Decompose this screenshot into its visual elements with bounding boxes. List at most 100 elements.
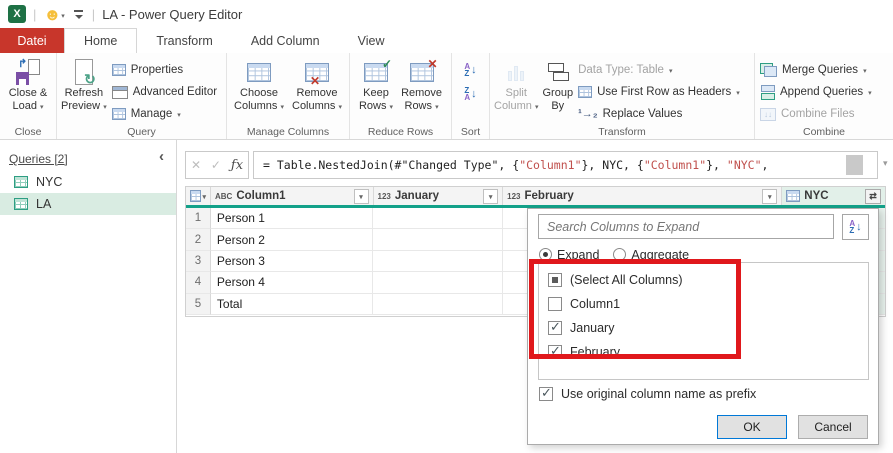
table-cell[interactable] bbox=[373, 229, 503, 250]
item-checkbox[interactable] bbox=[548, 321, 562, 335]
collapse-panel-icon[interactable] bbox=[159, 148, 164, 165]
sort-ascending-button[interactable]: AZ↓ bbox=[461, 60, 479, 80]
replace-values-icon bbox=[578, 108, 598, 120]
row-number[interactable]: 1 bbox=[186, 208, 211, 229]
table-cell[interactable]: Person 4 bbox=[211, 272, 374, 293]
ribbon: ↱ Close & Load Close Refresh Preview Pro… bbox=[0, 53, 893, 140]
commit-formula-icon[interactable] bbox=[211, 158, 221, 172]
table-corner-menu[interactable] bbox=[186, 187, 211, 205]
formula-input[interactable]: = Table.NestedJoin(#"Changed Type", {"Co… bbox=[253, 151, 878, 179]
table-cell[interactable]: Person 2 bbox=[211, 229, 374, 250]
queries-list: NYCLA bbox=[0, 171, 176, 215]
item-checkbox[interactable] bbox=[548, 297, 562, 311]
radio-expand-control[interactable] bbox=[539, 248, 552, 261]
formula-scrollbar-thumb[interactable] bbox=[846, 155, 863, 175]
query-item-la[interactable]: LA bbox=[0, 193, 176, 215]
cancel-button[interactable]: Cancel bbox=[798, 415, 868, 439]
tab-add-column[interactable]: Add Column bbox=[232, 28, 339, 53]
remove-rows-button[interactable]: ✕ Remove Rows bbox=[399, 56, 444, 114]
column-header-january[interactable]: 123 January bbox=[374, 187, 504, 205]
search-columns-input[interactable] bbox=[538, 214, 834, 239]
excel-app-icon: X bbox=[8, 5, 26, 23]
filter-button[interactable] bbox=[762, 189, 777, 204]
split-column-button[interactable]: Split Column bbox=[492, 56, 540, 114]
sort-list-button[interactable]: AZ↓ bbox=[842, 214, 869, 240]
radio-aggregate-control[interactable] bbox=[613, 248, 626, 261]
group-by-button[interactable]: Group By bbox=[540, 56, 575, 112]
column-checklist-item[interactable]: (Select All Columns) bbox=[539, 268, 868, 292]
dropdown-caret-icon bbox=[338, 100, 342, 115]
table-cell[interactable] bbox=[373, 208, 503, 229]
quick-access-toolbar-icon[interactable] bbox=[73, 9, 85, 19]
sort-descending-button[interactable]: ZA↓ bbox=[461, 84, 479, 104]
dropdown-caret-icon bbox=[736, 86, 740, 98]
refresh-preview-button[interactable]: Refresh Preview bbox=[59, 56, 109, 114]
ribbon-group-combine: Merge Queries Append Queries Combine Fil… bbox=[755, 53, 893, 139]
item-label: Column1 bbox=[570, 297, 620, 311]
divider: | bbox=[92, 7, 95, 22]
table-cell[interactable]: Total bbox=[211, 294, 374, 315]
expand-column-button[interactable] bbox=[865, 189, 881, 204]
filter-button[interactable] bbox=[354, 189, 369, 204]
query-item-nyc[interactable]: NYC bbox=[0, 171, 176, 193]
table-cell[interactable] bbox=[373, 251, 503, 272]
cancel-formula-icon[interactable] bbox=[191, 158, 201, 172]
data-type-button[interactable]: Data Type: Table bbox=[575, 60, 743, 80]
queries-panel: Queries [2] NYCLA bbox=[0, 140, 177, 453]
column-header-february[interactable]: 123 February bbox=[503, 187, 782, 205]
radio-aggregate[interactable]: Aggregate bbox=[613, 248, 689, 262]
filter-caret-icon bbox=[359, 190, 363, 202]
keep-rows-button[interactable]: ✓ Keep Rows bbox=[357, 56, 395, 114]
filter-caret-icon bbox=[768, 190, 772, 202]
tab-home[interactable]: Home bbox=[64, 28, 137, 54]
row-number[interactable]: 2 bbox=[186, 229, 211, 250]
fx-icon[interactable] bbox=[231, 158, 243, 173]
formula-token: "Column1" bbox=[644, 158, 706, 172]
combine-files-button[interactable]: Combine Files bbox=[757, 104, 875, 124]
prefix-checkbox[interactable] bbox=[539, 387, 553, 401]
item-checkbox[interactable] bbox=[548, 273, 562, 287]
choose-columns-button[interactable]: Choose Columns bbox=[232, 56, 286, 114]
columns-checklist: (Select All Columns) Column1 January Februa… bbox=[538, 262, 869, 380]
row-number[interactable]: 4 bbox=[186, 272, 211, 293]
filter-button[interactable] bbox=[483, 189, 498, 204]
keep-rows-icon: ✓ bbox=[364, 63, 388, 82]
column-checklist-item[interactable]: Column1 bbox=[539, 292, 868, 316]
tab-file[interactable]: Datei bbox=[0, 28, 64, 53]
tab-transform[interactable]: Transform bbox=[137, 28, 232, 53]
table-cell[interactable]: Person 3 bbox=[211, 251, 374, 272]
ok-button[interactable]: OK bbox=[717, 415, 787, 439]
remove-columns-button[interactable]: ✕ Remove Columns bbox=[290, 56, 344, 114]
close-and-load-button[interactable]: ↱ Close & Load bbox=[7, 56, 50, 114]
column-checklist-item[interactable]: January bbox=[539, 316, 868, 340]
remove-rows-icon: ✕ bbox=[410, 63, 434, 82]
radio-expand[interactable]: Expand bbox=[539, 248, 599, 262]
use-first-row-as-headers-button[interactable]: Use First Row as Headers bbox=[575, 82, 743, 102]
merge-queries-button[interactable]: Merge Queries bbox=[757, 60, 875, 80]
prefix-option[interactable]: Use original column name as prefix bbox=[539, 387, 756, 401]
expand-formula-bar-icon[interactable] bbox=[883, 158, 888, 169]
sort-z-to-a-icon: ZA↓ bbox=[464, 87, 476, 101]
replace-values-button[interactable]: Replace Values bbox=[575, 104, 743, 124]
column-checklist-item[interactable]: February bbox=[539, 340, 868, 364]
column-header-nyc[interactable]: NYC bbox=[782, 187, 885, 205]
table-cell[interactable]: Person 1 bbox=[211, 208, 374, 229]
group-by-icon bbox=[546, 63, 570, 81]
queries-panel-header: Queries [2] bbox=[9, 152, 68, 166]
item-label: January bbox=[570, 321, 614, 335]
advanced-editor-button[interactable]: Advanced Editor bbox=[109, 82, 220, 102]
expand-column-popup: AZ↓ Expand Aggregate (Select All Columns… bbox=[527, 208, 879, 445]
tab-view[interactable]: View bbox=[339, 28, 404, 53]
table-cell[interactable] bbox=[373, 272, 503, 293]
column-header-column1[interactable]: ABC Column1 bbox=[211, 187, 374, 205]
group-label-reduce-rows: Reduce Rows bbox=[350, 126, 451, 138]
manage-button[interactable]: Manage bbox=[109, 104, 220, 124]
table-cell[interactable] bbox=[373, 294, 503, 315]
row-number[interactable]: 5 bbox=[186, 294, 211, 315]
properties-button[interactable]: Properties bbox=[109, 60, 220, 80]
smiley-dropdown-caret-icon[interactable] bbox=[61, 7, 65, 21]
row-number[interactable]: 3 bbox=[186, 251, 211, 272]
item-checkbox[interactable] bbox=[548, 345, 562, 359]
append-queries-button[interactable]: Append Queries bbox=[757, 82, 875, 102]
smiley-feedback-icon[interactable]: ☻ bbox=[43, 6, 61, 23]
